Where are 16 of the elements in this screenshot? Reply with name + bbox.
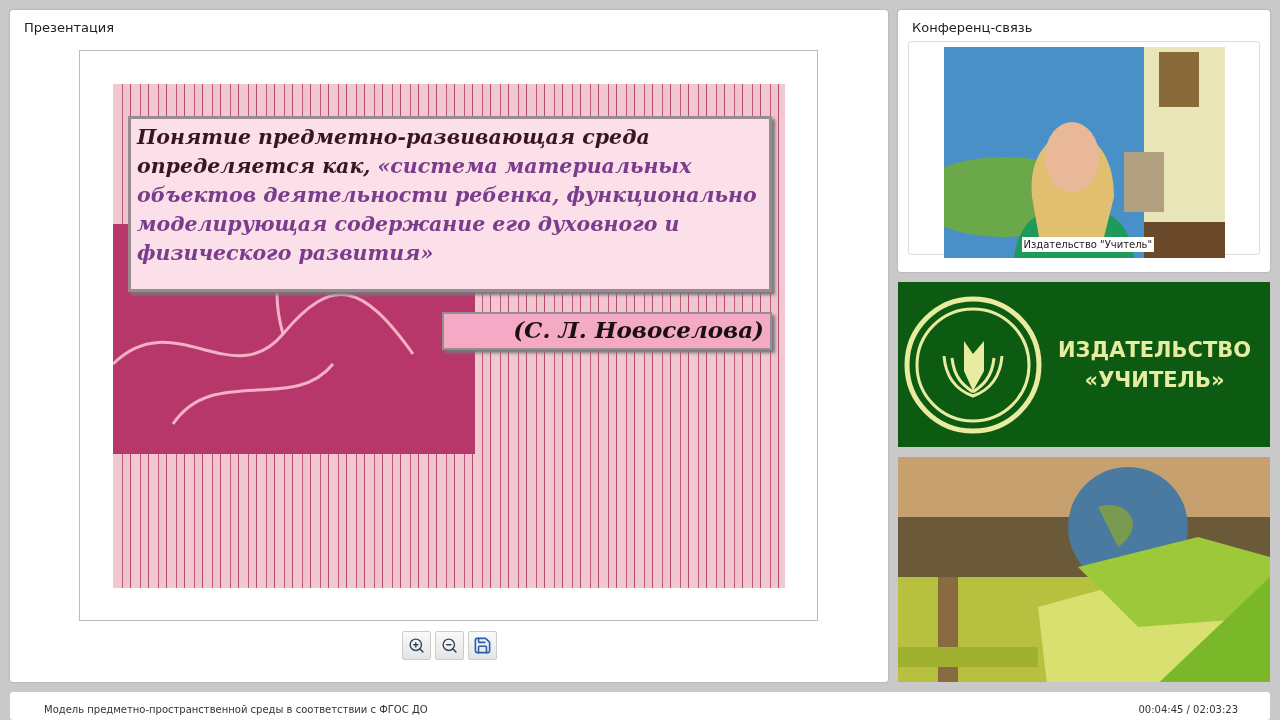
save-button[interactable]: [467, 631, 497, 660]
slide-author: (С. Л. Новоселова): [442, 312, 772, 350]
publisher-name: «УЧИТЕЛЬ»: [1084, 366, 1225, 394]
zoom-out-button[interactable]: [434, 631, 464, 660]
video-caption: Издательство "Учитель": [1021, 237, 1155, 252]
zoom-in-button[interactable]: [401, 631, 431, 660]
save-icon: [472, 636, 492, 655]
lecture-title: Модель предметно-пространственной среды в соответствии с ФГОС ДО: [44, 703, 428, 715]
zoom-in-icon: [407, 637, 425, 654]
slide-text: Понятие предметно-развивающая среда определяется как, «система материальных объектов деятельности ребенка, функционально моделирующая содержание его духовного и физического развития»: [128, 116, 772, 292]
panel-title: Конференц-связь: [911, 19, 1034, 37]
panel-title: Презентация: [23, 19, 116, 37]
playback-time: 00:04:45 / 02:03:23: [1138, 703, 1238, 715]
publisher-name: ИЗДАТЕЛЬСТВО: [1058, 336, 1252, 364]
zoom-out-icon: [440, 637, 458, 654]
logo-icon: [904, 295, 1042, 434]
